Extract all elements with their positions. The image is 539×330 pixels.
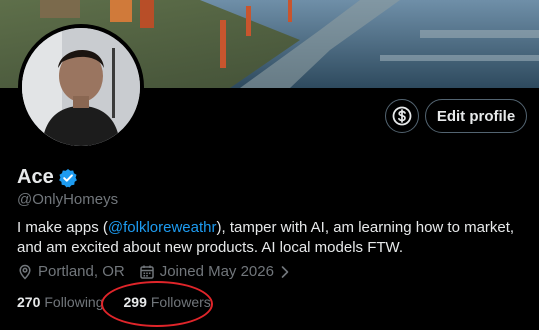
profile-stats: 270 Following 299 Followers <box>17 294 231 310</box>
profile-meta: Portland, OR Joined May 2026 <box>17 263 309 280</box>
followers-label: Followers <box>150 294 211 310</box>
profile-handle: @OnlyHomeys <box>17 191 119 208</box>
joined-item[interactable]: Joined May 2026 <box>139 263 295 280</box>
profile-name: Ace <box>17 166 54 188</box>
joined-text: Joined May 2026 <box>159 263 274 280</box>
bio-text-start: I make apps ( <box>17 219 108 236</box>
following-label: Following <box>44 294 104 310</box>
profile-avatar[interactable] <box>18 24 144 150</box>
location-text: Portland, OR <box>38 263 125 280</box>
followers-link[interactable]: 299 Followers <box>124 294 211 310</box>
verified-badge-icon[interactable] <box>58 168 78 188</box>
followers-count: 299 <box>123 294 147 310</box>
dollar-subscribe-icon <box>392 106 412 126</box>
avatar-photo <box>22 28 140 146</box>
following-count: 270 <box>17 294 41 310</box>
profile-bio: I make apps (@folkloreweathr), tamper wi… <box>17 218 527 258</box>
edit-profile-button[interactable]: Edit profile <box>425 99 527 133</box>
calendar-icon <box>139 265 154 279</box>
bio-mention-link[interactable]: @folkloreweathr <box>108 219 217 236</box>
chevron-right-icon <box>281 265 289 278</box>
following-link[interactable]: 270 Following <box>17 294 104 310</box>
subscribe-button[interactable] <box>385 99 419 133</box>
profile-name-row: Ace <box>17 166 78 189</box>
location-item: Portland, OR <box>17 263 125 280</box>
location-pin-icon <box>19 264 31 280</box>
